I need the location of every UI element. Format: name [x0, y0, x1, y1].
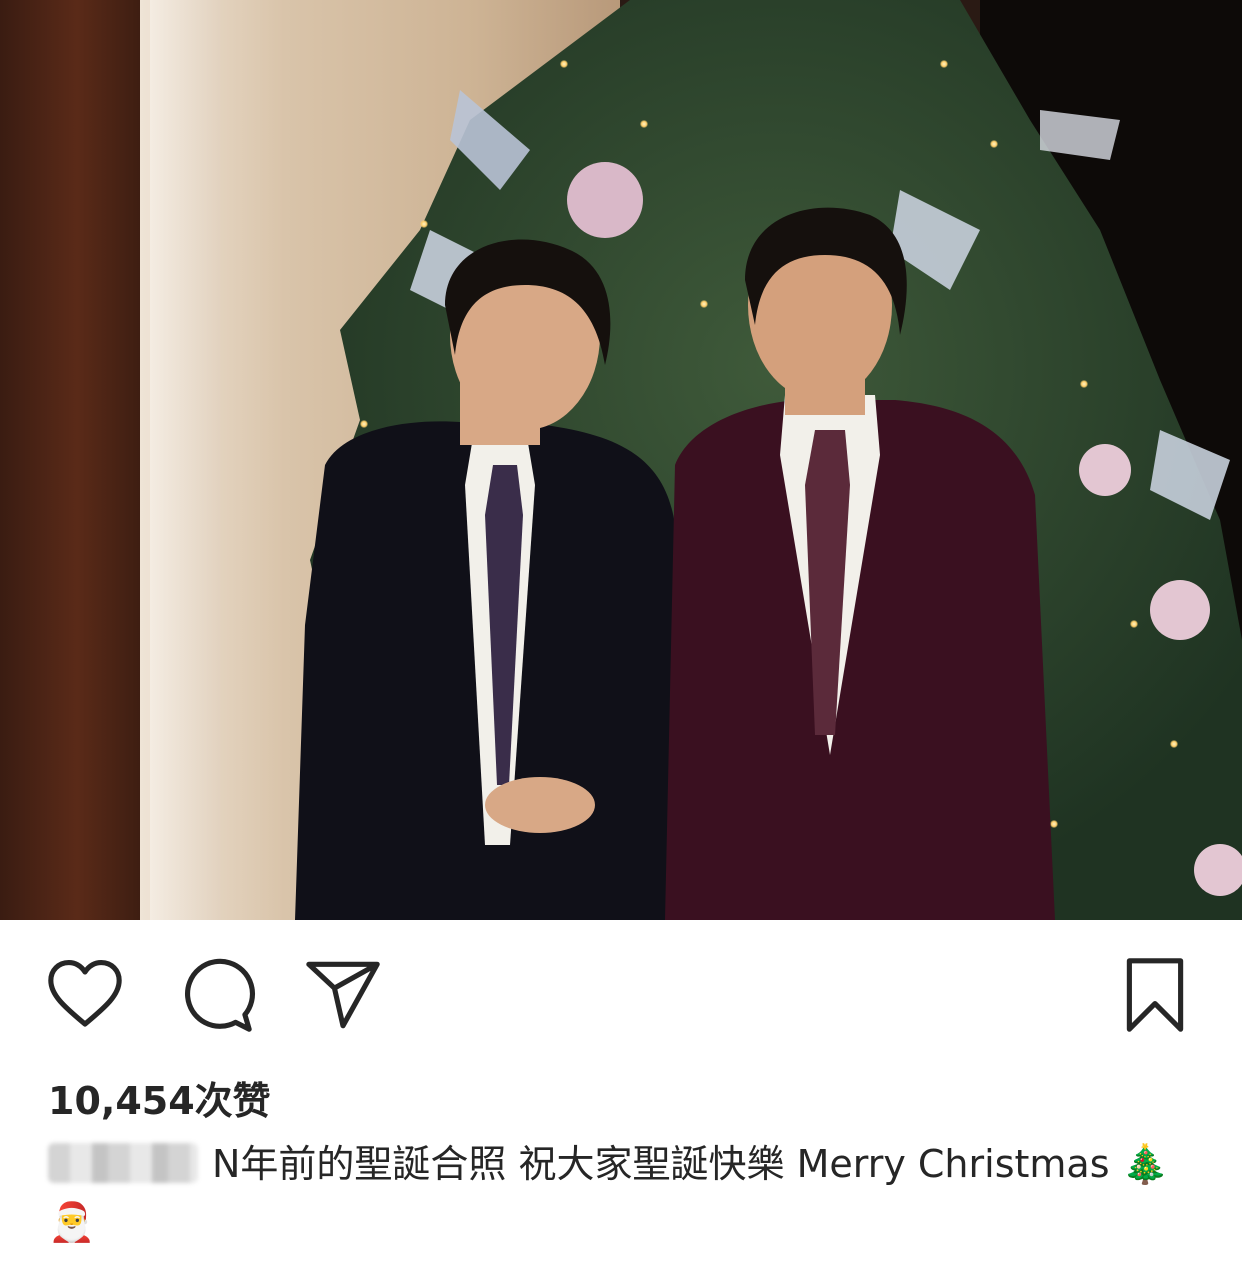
light	[1130, 620, 1138, 628]
photo-door	[0, 0, 140, 920]
post-caption: N年前的聖誕合照 祝大家聖誕快樂 Merry Christmas 🎄 🎅	[48, 1135, 1208, 1251]
bookmark-icon	[1126, 958, 1184, 1032]
caption-text: N年前的聖誕合照 祝大家聖誕快樂 Merry Christmas	[212, 1142, 1110, 1186]
heart-icon	[48, 959, 122, 1027]
like-button[interactable]	[40, 950, 130, 1040]
light	[940, 60, 948, 68]
comment-icon	[185, 958, 256, 1032]
photo-pillar	[150, 0, 220, 920]
send-icon	[306, 961, 380, 1029]
post-action-bar	[0, 920, 1242, 1060]
save-button[interactable]	[1110, 950, 1200, 1040]
light	[560, 60, 568, 68]
comment-button[interactable]	[170, 950, 260, 1040]
person-left	[295, 239, 695, 920]
username-redacted[interactable]	[48, 1143, 198, 1183]
person-right	[665, 207, 1055, 920]
light	[990, 140, 998, 148]
light	[1080, 380, 1088, 388]
post-photo[interactable]	[0, 0, 1242, 920]
share-button[interactable]	[298, 950, 388, 1040]
likes-count[interactable]: 10,454次赞	[48, 1070, 271, 1125]
light	[1170, 740, 1178, 748]
light	[640, 120, 648, 128]
